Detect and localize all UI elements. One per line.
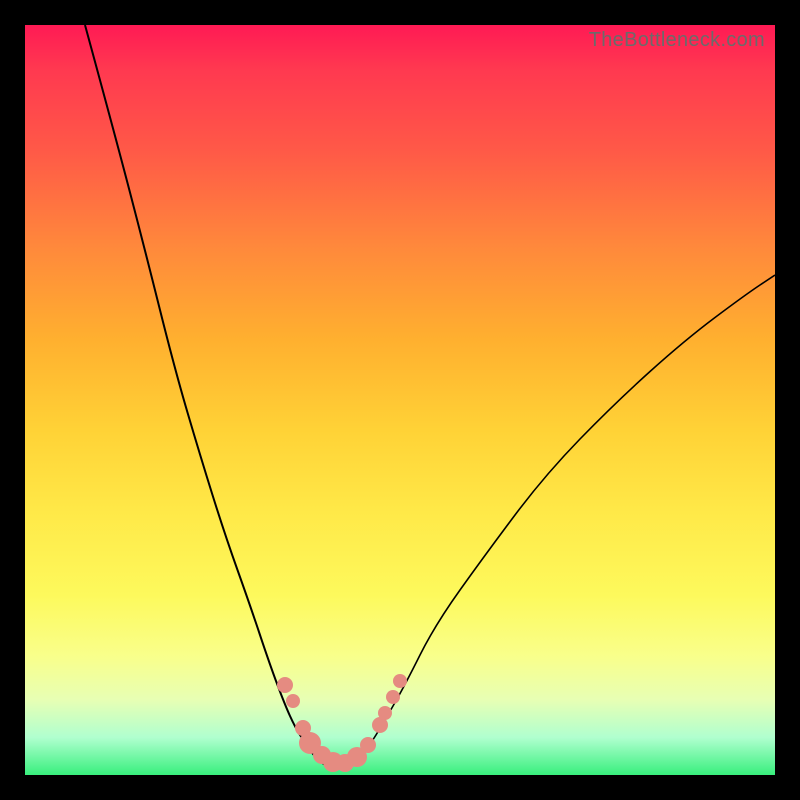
beads-group bbox=[277, 674, 407, 772]
bead-1 bbox=[286, 694, 300, 708]
bead-11 bbox=[386, 690, 400, 704]
plot-frame: TheBottleneck.com bbox=[25, 25, 775, 775]
watermark-text: TheBottleneck.com bbox=[589, 29, 765, 52]
bead-10 bbox=[378, 706, 392, 720]
chart-svg bbox=[25, 25, 775, 775]
bead-0 bbox=[277, 677, 293, 693]
bead-12 bbox=[393, 674, 407, 688]
left-curve bbox=[85, 25, 325, 765]
bead-8 bbox=[360, 737, 376, 753]
right-curve bbox=[355, 275, 775, 765]
